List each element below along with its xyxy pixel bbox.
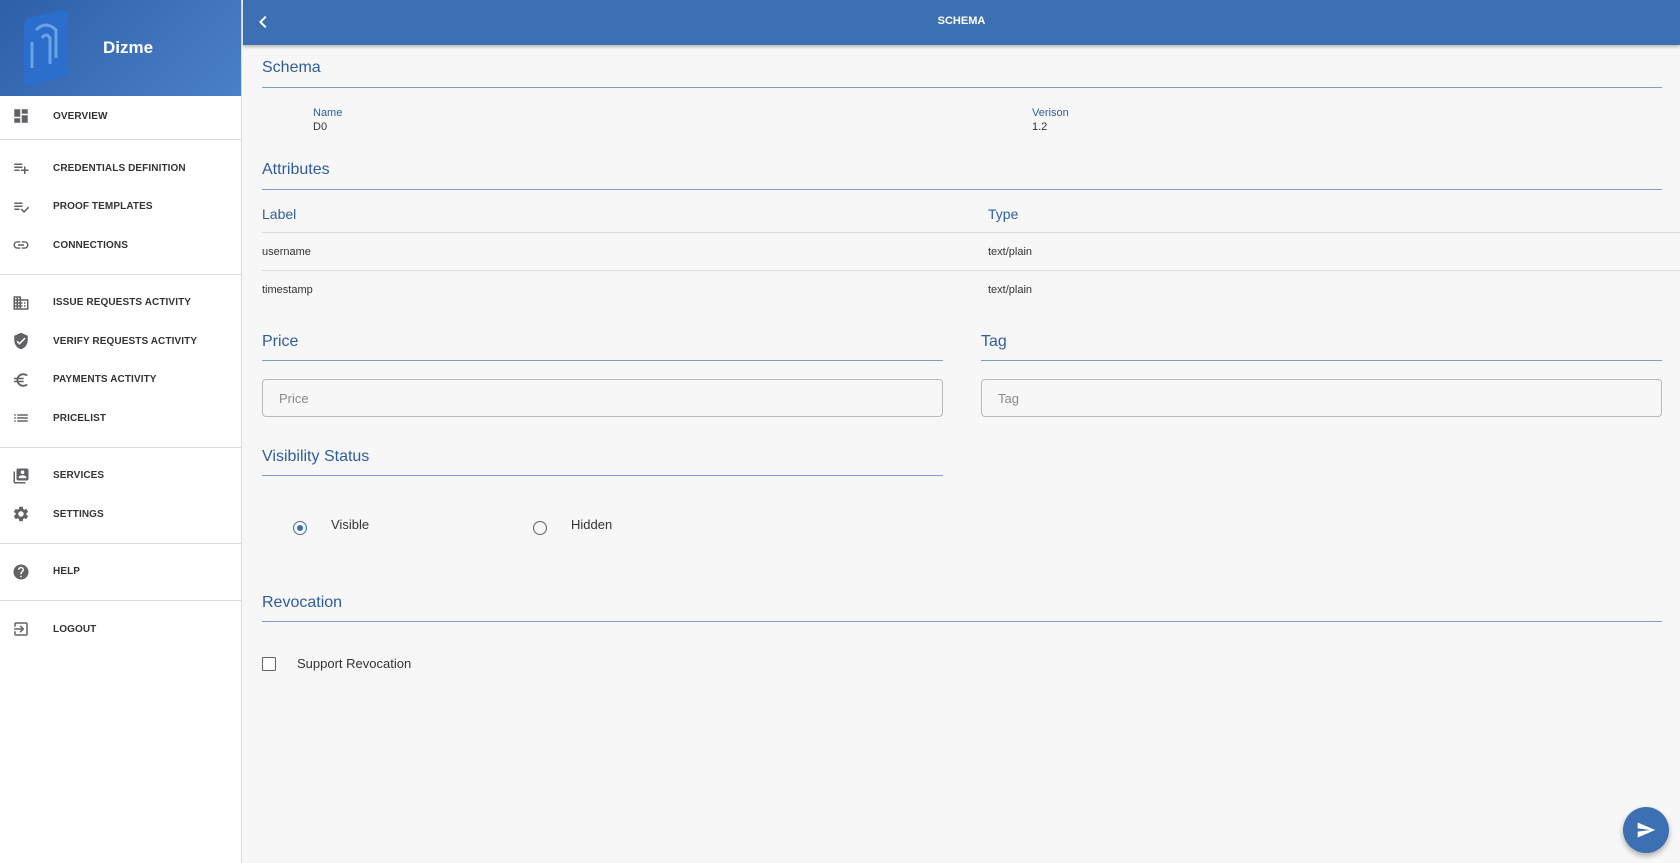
attribute-label: timestamp [262, 284, 313, 296]
table-header: Label Type [262, 196, 1680, 233]
sidebar-item-settings[interactable]: SETTINGS [0, 495, 241, 534]
divider [262, 360, 943, 361]
sidebar-item-pricelist[interactable]: PRICELIST [0, 399, 241, 438]
sidebar-item-label: SERVICES [53, 470, 105, 482]
playlist-add-icon [11, 158, 31, 178]
submit-button[interactable] [1623, 807, 1669, 853]
divider [262, 87, 1662, 88]
gear-icon [11, 504, 31, 524]
playlist-check-icon [11, 197, 31, 217]
sidebar-item-verify-requests-activity[interactable]: VERIFY REQUESTS ACTIVITY [0, 322, 241, 361]
sidebar-item-payments-activity[interactable]: PAYMENTS ACTIVITY [0, 361, 241, 400]
sidebar-item-label: PAYMENTS ACTIVITY [53, 374, 157, 386]
version-label: Verison [1032, 107, 1069, 119]
sidebar-item-label: PROOF TEMPLATES [53, 201, 153, 213]
sidebar-item-label: LOGOUT [53, 623, 97, 635]
radio-checked-icon[interactable] [293, 521, 307, 535]
schema-section-title: Schema [262, 59, 321, 76]
name-value: D0 [313, 121, 328, 133]
divider [0, 542, 241, 544]
sidebar-item-label: HELP [53, 566, 81, 578]
sidebar-item-connections[interactable]: CONNECTIONS [0, 226, 241, 265]
divider [262, 189, 1662, 190]
sidebar-item-logout[interactable]: LOGOUT [0, 610, 241, 649]
attribute-type: text/plain [988, 284, 1033, 296]
divider [0, 139, 241, 140]
radio-label: Visible [331, 516, 370, 532]
schema-section-header: Schema [262, 59, 1662, 88]
checkbox-label: Support Revocation [297, 656, 412, 671]
attribute-label: username [262, 245, 311, 258]
sidebar-item-label: SETTINGS [53, 508, 104, 520]
help-icon [11, 562, 31, 582]
services-icon [11, 466, 31, 486]
divider [0, 600, 241, 601]
tag-input[interactable] [981, 379, 1662, 417]
attributes-table: Label Type username text/plain timestamp… [262, 196, 1680, 309]
divider [262, 475, 943, 476]
sidebar-item-label: ISSUE REQUESTS ACTIVITY [53, 297, 192, 309]
building-icon [11, 293, 31, 313]
sidebar-item-issue-requests-activity[interactable]: ISSUE REQUESTS ACTIVITY [0, 284, 241, 323]
sidebar-item-proof-templates[interactable]: PROOF TEMPLATES [0, 188, 241, 227]
dashboard-icon [11, 106, 31, 126]
divider [0, 273, 241, 275]
schema-version-field: Verison 1.2 [1032, 107, 1069, 133]
radio-unchecked-icon[interactable] [533, 521, 547, 535]
revocation-section-title: Revocation [262, 594, 343, 611]
attributes-section-header: Attributes [262, 161, 1662, 190]
radio-visible[interactable]: Visible [293, 517, 369, 535]
sidebar: Dizme OVERVIEW CREDENTIALS DEFINITION PR… [0, 0, 242, 863]
tag-section: Tag [981, 333, 1662, 417]
version-value: 1.2 [1032, 121, 1048, 133]
price-input[interactable] [262, 379, 943, 417]
link-icon [11, 235, 31, 255]
tag-section-title: Tag [981, 333, 1007, 350]
schema-name-field: Name D0 [313, 107, 342, 133]
support-revocation-checkbox[interactable]: Support Revocation [262, 656, 411, 671]
sidebar-item-label: PRICELIST [53, 412, 107, 424]
shield-check-icon [11, 331, 31, 351]
revocation-section: Revocation [262, 594, 1662, 622]
checkbox-unchecked-icon[interactable] [262, 656, 276, 671]
sidebar-item-overview[interactable]: OVERVIEW [0, 96, 241, 136]
sidebar-item-credentials-definition[interactable]: CREDENTIALS DEFINITION [0, 149, 241, 188]
top-app-bar: SCHEMA [243, 0, 1680, 45]
brand-header: Dizme [0, 0, 241, 96]
page-title: SCHEMA [937, 15, 986, 27]
app-name: Dizme [103, 38, 154, 57]
column-header-type: Type [988, 206, 1019, 222]
sidebar-item-label: CREDENTIALS DEFINITION [53, 162, 186, 174]
radio-label: Hidden [571, 516, 613, 532]
sidebar-item-label: CONNECTIONS [53, 239, 128, 251]
price-section: Price [262, 333, 943, 417]
radio-hidden[interactable]: Hidden [533, 517, 612, 535]
visibility-section: Visibility Status [262, 448, 943, 476]
attribute-type: text/plain [988, 245, 1033, 258]
sidebar-item-help[interactable]: HELP [0, 553, 241, 592]
attributes-section-title: Attributes [262, 161, 330, 178]
euro-icon [11, 370, 31, 390]
send-icon [1637, 822, 1656, 838]
dizme-logo-icon [24, 9, 68, 87]
table-row: username text/plain [262, 233, 1680, 271]
divider [981, 360, 1662, 361]
column-header-label: Label [262, 206, 297, 222]
visibility-section-title: Visibility Status [262, 448, 370, 465]
sidebar-item-label: VERIFY REQUESTS ACTIVITY [53, 335, 198, 347]
price-section-title: Price [262, 333, 299, 350]
logout-icon [11, 619, 31, 639]
name-label: Name [313, 107, 343, 119]
divider [262, 621, 1662, 622]
list-icon [11, 408, 31, 428]
sidebar-item-label: OVERVIEW [53, 110, 108, 122]
divider [0, 446, 241, 448]
sidebar-item-services[interactable]: SERVICES [0, 457, 241, 496]
table-row: timestamp text/plain [262, 271, 1680, 309]
